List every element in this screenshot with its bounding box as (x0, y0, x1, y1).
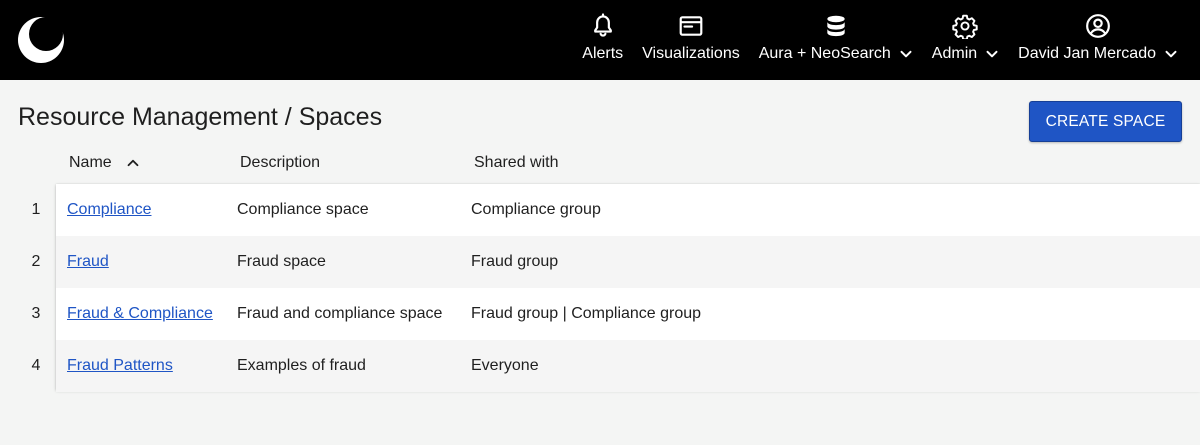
top-navigation-bar: Alerts Visualizations Aura + NeoSearch A… (0, 0, 1200, 80)
space-name-link[interactable]: Fraud & Compliance (67, 305, 213, 323)
chevron-down-icon (1165, 50, 1177, 58)
row-number: 3 (31, 305, 41, 322)
row-number: 4 (31, 357, 41, 374)
nav-alerts[interactable]: Alerts (582, 0, 623, 80)
column-header-label: Shared with (474, 154, 559, 171)
crescent-moon-logo[interactable] (16, 15, 66, 65)
nav-label: Admin (931, 45, 978, 62)
space-name-link[interactable]: Fraud Patterns (67, 357, 173, 375)
nav-visualizations[interactable]: Visualizations (642, 0, 740, 80)
table-row[interactable]: Fraud & Compliance Fraud and compliance … (56, 288, 1200, 340)
gear-icon (952, 14, 979, 39)
space-shared-with: Fraud group (471, 253, 559, 270)
bell-icon (593, 13, 612, 37)
table-row[interactable]: Compliance Compliance space Compliance g… (56, 184, 1200, 236)
nav-label: Alerts (582, 45, 624, 62)
nav-aura-neosearch[interactable]: Aura + NeoSearch (759, 0, 913, 80)
chevron-down-icon (900, 50, 912, 58)
create-space-button[interactable]: CREATE SPACE (1029, 101, 1182, 142)
space-name-link[interactable]: Fraud (67, 253, 109, 271)
space-description: Examples of fraud (237, 357, 366, 374)
column-header-name[interactable]: Name (69, 153, 140, 173)
space-name-link[interactable]: Compliance (67, 201, 151, 219)
column-header-shared-with[interactable]: Shared with (474, 153, 559, 173)
space-shared-with: Compliance group (471, 201, 601, 218)
nav-label: Visualizations (642, 45, 740, 62)
space-shared-with: Everyone (471, 357, 539, 374)
space-description: Compliance space (237, 201, 369, 218)
column-header-label: Description (240, 154, 321, 171)
space-description: Fraud and compliance space (237, 305, 443, 322)
table-row[interactable]: Fraud Fraud space Fraud group (56, 236, 1200, 288)
chevron-down-icon (986, 50, 998, 58)
column-header-label: Name (69, 154, 112, 171)
table-row[interactable]: Fraud Patterns Examples of fraud Everyon… (56, 340, 1200, 392)
window-icon (679, 16, 703, 36)
database-icon (827, 15, 845, 37)
nav-user-menu[interactable]: David Jan Mercado (1018, 0, 1178, 80)
user-circle-icon (1086, 14, 1110, 38)
nav-admin[interactable]: Admin (932, 0, 999, 80)
main-nav: Alerts Visualizations Aura + NeoSearch A… (582, 0, 1178, 80)
row-number: 1 (31, 201, 41, 218)
nav-label: David Jan Mercado (1018, 45, 1156, 62)
nav-label: Aura + NeoSearch (758, 45, 891, 62)
column-header-description[interactable]: Description (240, 153, 320, 173)
space-shared-with: Fraud group | Compliance group (471, 305, 702, 322)
spaces-table: Compliance Compliance space Compliance g… (56, 184, 1200, 392)
row-number: 2 (31, 253, 41, 270)
page-title: Resource Management / Spaces (18, 103, 383, 131)
sort-ascending-icon[interactable] (126, 156, 140, 170)
space-description: Fraud space (237, 253, 326, 270)
